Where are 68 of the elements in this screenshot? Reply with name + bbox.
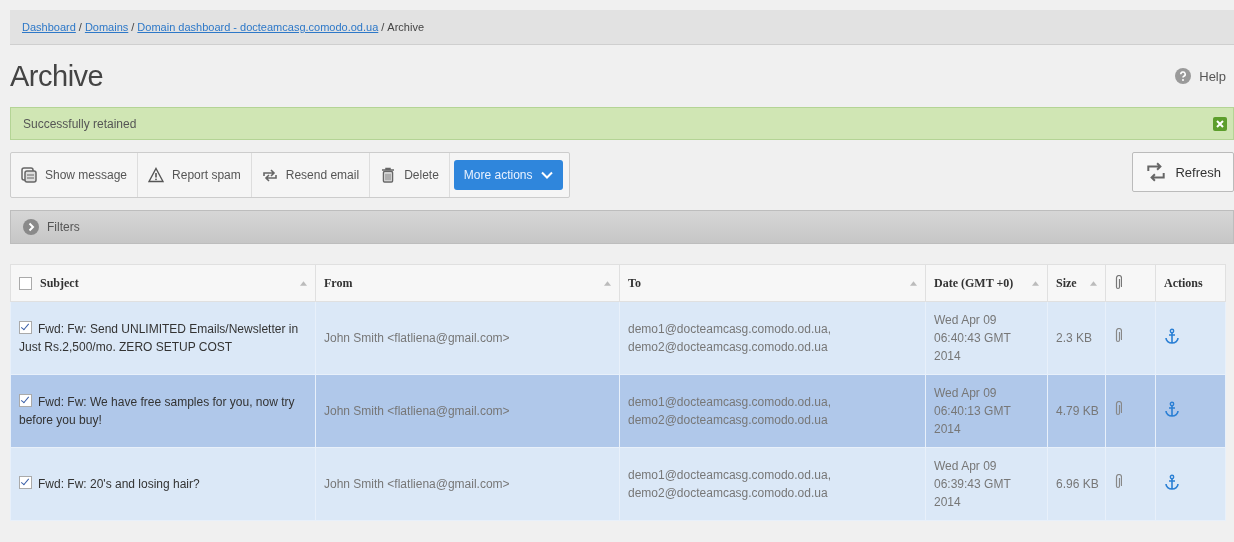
date-cell: Wed Apr 09 06:40:43 GMT 2014 bbox=[925, 301, 1048, 375]
help-icon[interactable] bbox=[1175, 68, 1192, 84]
sort-arrow-icon[interactable] bbox=[604, 280, 611, 286]
column-header[interactable] bbox=[1105, 264, 1156, 302]
subject-cell: Fwd: Fw: Send UNLIMITED Emails/Newsletter in Just Rs.2,500/mo. ZERO SETUP COST bbox=[10, 301, 316, 375]
sort-arrow-icon[interactable] bbox=[1032, 280, 1039, 286]
chevron-down-icon bbox=[540, 171, 553, 179]
toolbar-button[interactable]: Delete bbox=[370, 153, 450, 197]
notice-text: Successfully retained bbox=[23, 116, 137, 131]
toolbar-button[interactable]: Show message bbox=[11, 153, 139, 197]
email-row[interactable]: Fwd: Fw: We have free samples for you, now try before you buy! John Smith <flatliena@gmail.com> demo1@docteamcasg.comodo.od.ua, demo2@docteamcasg.comodo.od.ua Wed Apr 09 06:40:13 GMT 2014 4.79 KB bbox=[10, 374, 1226, 448]
breadcrumb-current: Archive bbox=[387, 21, 425, 33]
date-cell: Wed Apr 09 06:40:13 GMT 2014 bbox=[925, 374, 1048, 448]
refresh-button[interactable]: Refresh bbox=[1132, 152, 1234, 192]
anchor-icon[interactable] bbox=[1164, 327, 1180, 344]
document-icon bbox=[21, 167, 37, 183]
breadcrumb-link[interactable]: Domain dashboard - docteamcasg.comodo.od.ua bbox=[137, 21, 379, 33]
subject-cell: Fwd: Fw: 20's and losing hair? bbox=[10, 447, 316, 521]
column-header[interactable]: Size bbox=[1047, 264, 1106, 302]
sender-cell: John Smith <flatliena@gmail.com> bbox=[315, 301, 620, 375]
sender-cell: John Smith <flatliena@gmail.com> bbox=[315, 447, 620, 521]
row-checkbox[interactable] bbox=[19, 476, 32, 489]
recipients-cell: demo1@docteamcasg.comodo.od.ua, demo2@docteamcasg.comodo.od.ua bbox=[619, 374, 926, 448]
sort-arrow-icon[interactable] bbox=[1090, 280, 1097, 286]
filters-bar[interactable]: Filters bbox=[10, 210, 1234, 244]
column-header[interactable]: Actions bbox=[1155, 264, 1226, 302]
toolbar-button[interactable]: Resend email bbox=[251, 153, 371, 197]
sort-arrow-icon[interactable] bbox=[300, 280, 307, 286]
column-title: Size bbox=[1056, 275, 1078, 291]
column-title: Subject bbox=[40, 275, 80, 291]
close-icon[interactable] bbox=[1213, 116, 1227, 131]
subject-cell: Fwd: Fw: We have free samples for you, now try before you buy! bbox=[10, 374, 316, 448]
select-all-checkbox[interactable] bbox=[19, 276, 32, 290]
email-row[interactable] bbox=[10, 301, 1226, 375]
sender-cell: John Smith <flatliena@gmail.com> bbox=[315, 374, 620, 448]
trash-icon bbox=[380, 167, 397, 183]
column-header[interactable]: From bbox=[315, 264, 620, 302]
resend-arrows-icon bbox=[261, 167, 278, 183]
help-link[interactable]: Help bbox=[1199, 68, 1226, 84]
column-title: From bbox=[324, 275, 354, 291]
row-checkbox[interactable] bbox=[19, 394, 32, 407]
column-header[interactable]: Date (GMT +0) bbox=[925, 264, 1048, 302]
anchor-icon[interactable] bbox=[1164, 400, 1180, 417]
warning-icon bbox=[148, 167, 165, 183]
column-title: Date (GMT +0) bbox=[934, 275, 1015, 291]
size-cell: 4.79 KB bbox=[1047, 374, 1106, 448]
anchor-icon[interactable] bbox=[1164, 473, 1180, 490]
column-title: To bbox=[628, 275, 642, 291]
size-cell: 2.3 KB bbox=[1047, 301, 1106, 375]
recipients-cell: demo1@docteamcasg.comodo.od.ua, demo2@docteamcasg.comodo.od.ua bbox=[619, 301, 926, 375]
page-title: Archive bbox=[10, 59, 105, 93]
breadcrumb-separator: / bbox=[131, 21, 135, 33]
recipients-cell: demo1@docteamcasg.comodo.od.ua, demo2@docteamcasg.comodo.od.ua bbox=[619, 447, 926, 521]
date-cell: Wed Apr 09 06:39:43 GMT 2014 bbox=[925, 447, 1048, 521]
paperclip-icon bbox=[1114, 275, 1122, 291]
size-cell: 6.96 KB bbox=[1047, 447, 1106, 521]
column-title: Actions bbox=[1164, 275, 1204, 291]
breadcrumb-separator: / bbox=[381, 21, 385, 33]
toolbar-button[interactable]: Report spam bbox=[138, 153, 252, 197]
column-header[interactable]: To bbox=[619, 264, 926, 302]
column-header[interactable]: Subject bbox=[10, 264, 316, 302]
breadcrumb-separator: / bbox=[78, 21, 82, 33]
breadcrumb-link[interactable]: Dashboard bbox=[22, 21, 76, 33]
email-row[interactable]: Fwd: Fw: 20's and losing hair? John Smith <flatliena@gmail.com> demo1@docteamcasg.comodo.od.ua, demo2@docteamcasg.comodo.od.ua Wed Apr 09 06:39:43 GMT 2014 6.96 KB bbox=[10, 447, 1226, 521]
sort-arrow-icon[interactable] bbox=[910, 280, 917, 286]
row-checkbox[interactable] bbox=[19, 321, 32, 334]
refresh-icon bbox=[1145, 161, 1168, 183]
breadcrumb-link[interactable]: Domains bbox=[84, 21, 129, 33]
